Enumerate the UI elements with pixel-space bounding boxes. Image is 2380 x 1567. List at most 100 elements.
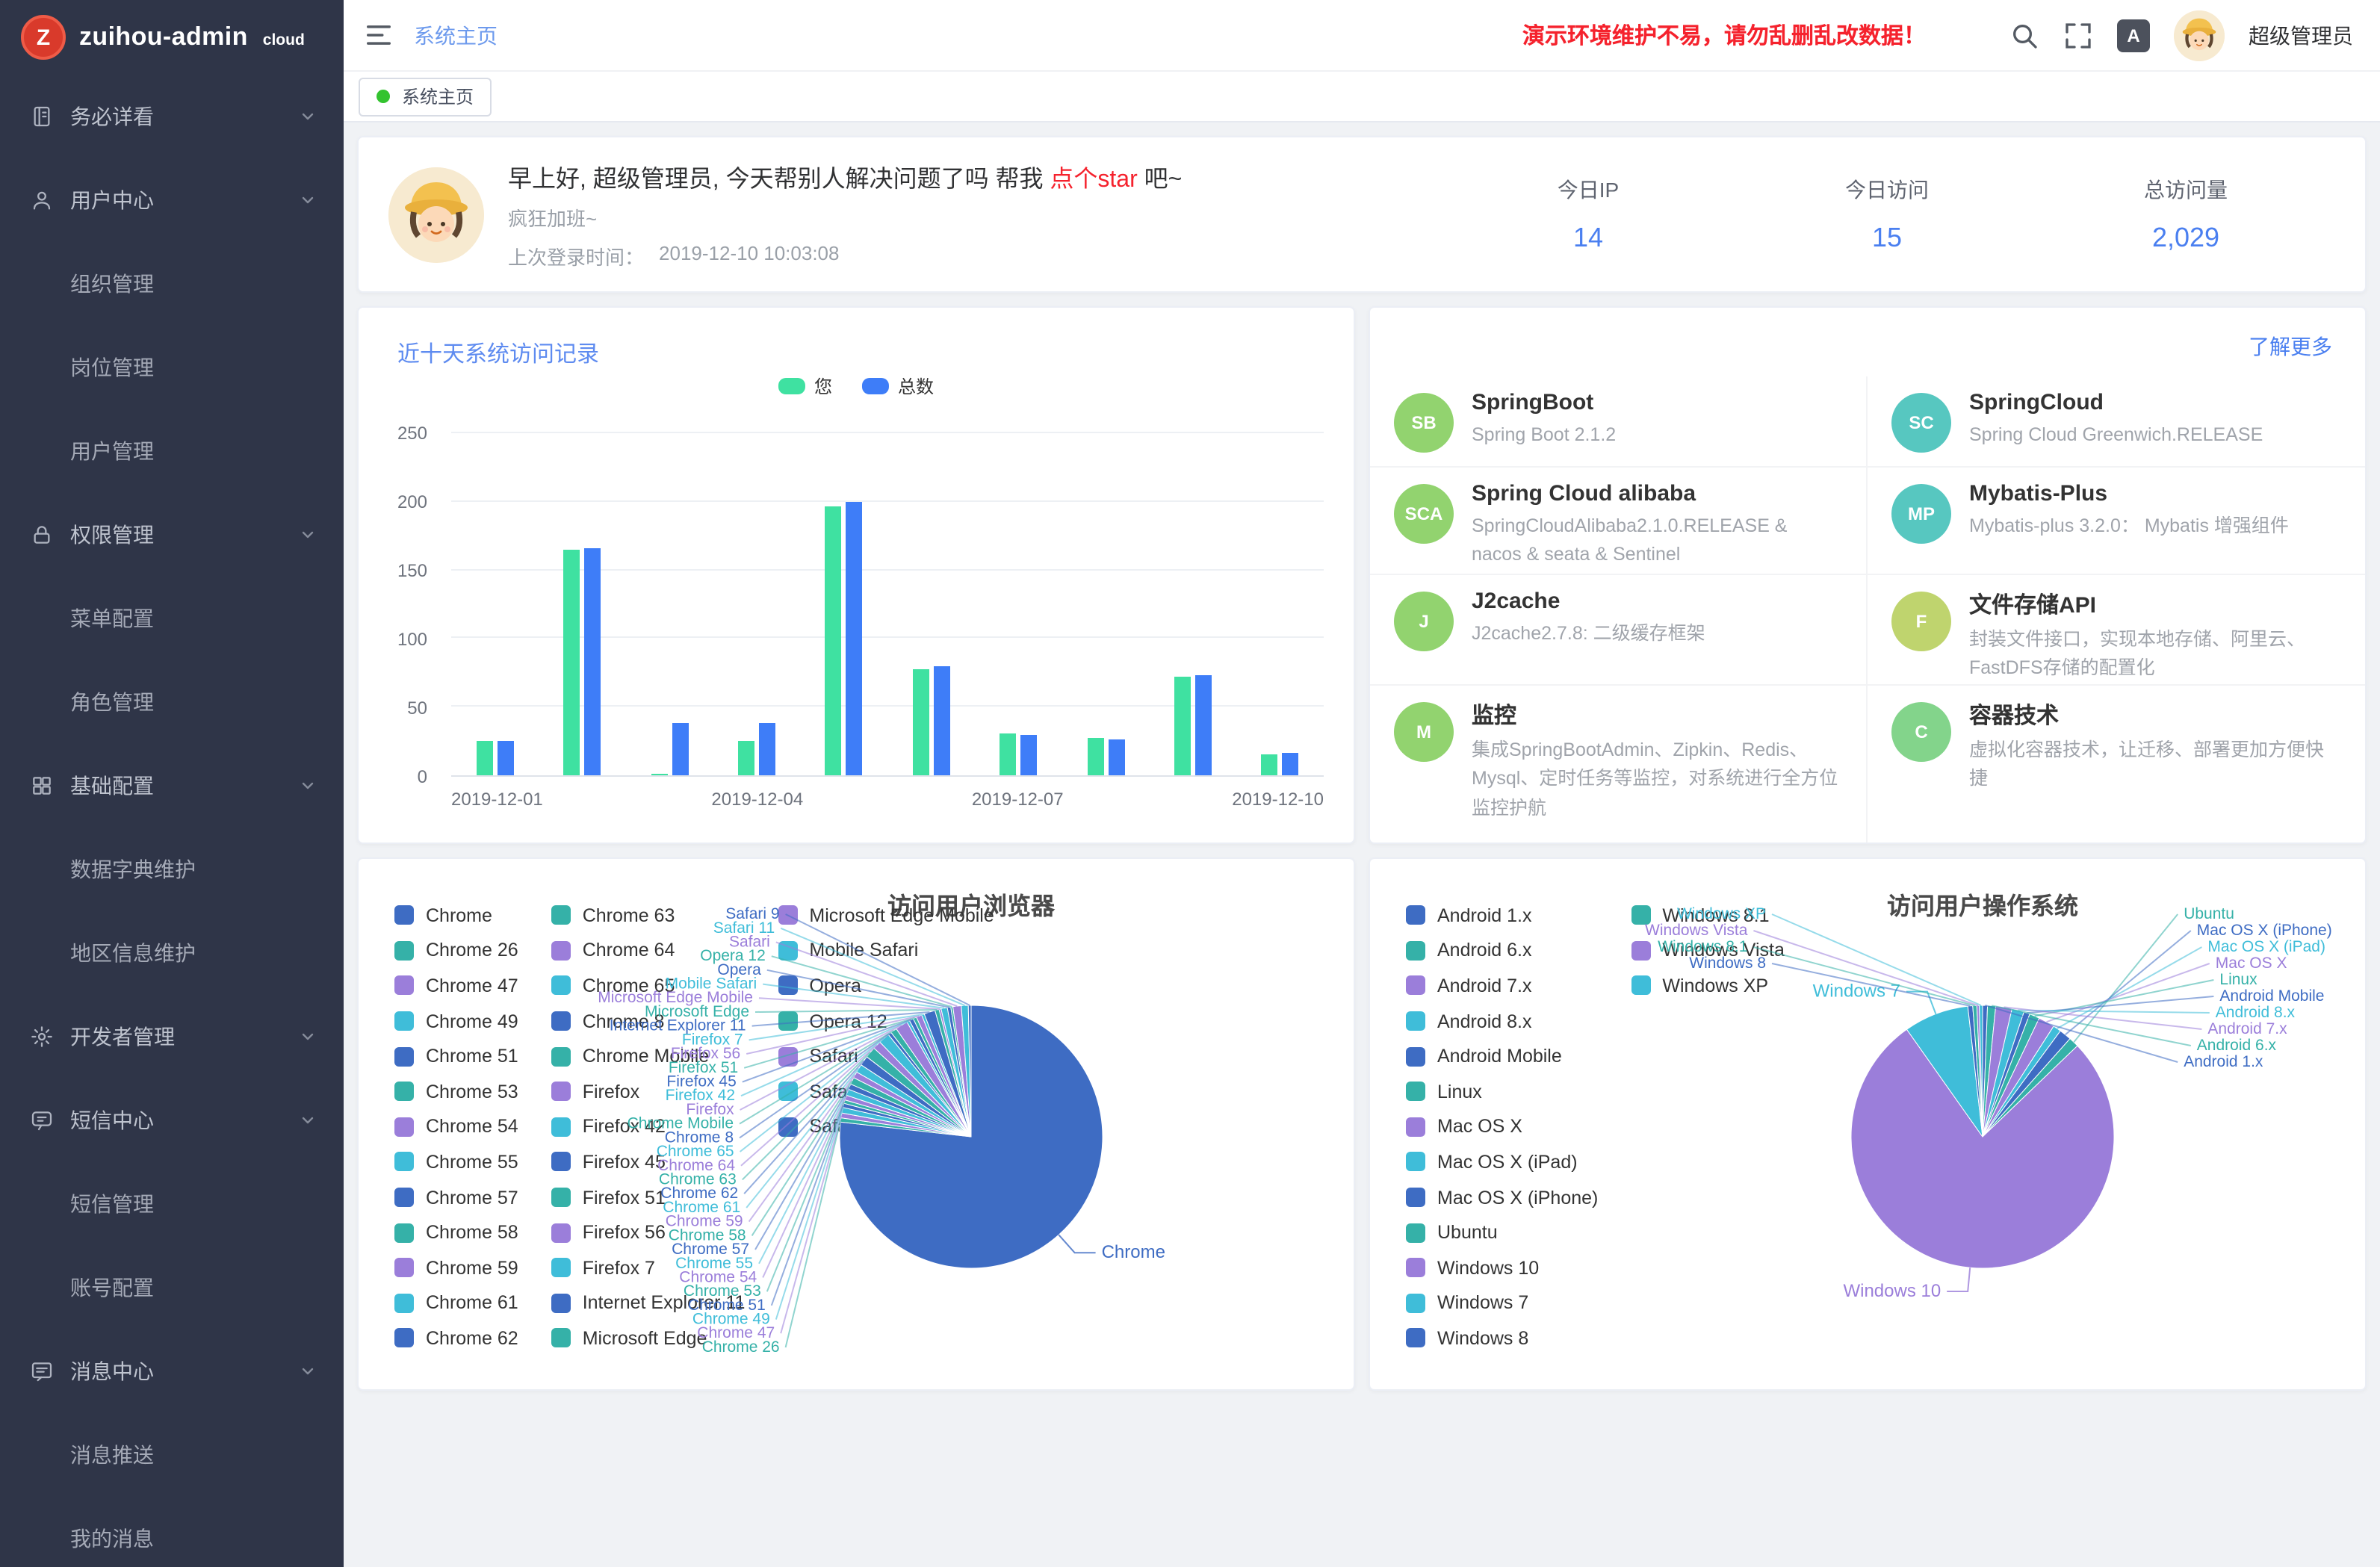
pie-slice[interactable]: [1983, 1014, 2039, 1137]
bar[interactable]: [1108, 739, 1124, 775]
bar[interactable]: [651, 774, 667, 775]
legend-item[interactable]: Windows 10: [1406, 1250, 1598, 1285]
bar[interactable]: [825, 506, 842, 775]
legend-item[interactable]: Mobile Safari: [778, 933, 994, 968]
menu-collapse-icon[interactable]: [365, 21, 393, 49]
bar[interactable]: [1000, 733, 1016, 775]
legend-item[interactable]: Android 8.x: [1406, 1004, 1598, 1039]
pie-slice[interactable]: [1980, 1005, 1983, 1137]
pie-slice[interactable]: [1983, 1018, 2054, 1137]
sidebar-item[interactable]: 用户中心: [0, 158, 344, 242]
logo[interactable]: Z zuihou-admin cloud: [0, 0, 344, 75]
bar[interactable]: [738, 741, 754, 775]
sidebar-item[interactable]: 权限管理: [0, 493, 344, 577]
legend-item[interactable]: Chrome 59: [394, 1250, 518, 1285]
stat-value[interactable]: 14: [1439, 223, 1738, 254]
pie-slice[interactable]: [1983, 1012, 2030, 1137]
legend-item[interactable]: Android 1.x: [1406, 898, 1598, 933]
sidebar-item[interactable]: 务必详看: [0, 75, 344, 158]
pie-slice[interactable]: [1983, 1031, 2070, 1137]
bar[interactable]: [476, 741, 492, 775]
bar[interactable]: [1262, 755, 1278, 775]
sidebar-subitem[interactable]: 消息推送: [0, 1413, 344, 1497]
bar[interactable]: [1020, 734, 1037, 775]
star-link[interactable]: 点个star: [1050, 167, 1137, 193]
bar[interactable]: [1174, 677, 1191, 775]
pie-slice[interactable]: [1973, 1005, 1983, 1137]
pie-slice[interactable]: [1968, 1006, 1983, 1138]
stat-value[interactable]: 15: [1738, 223, 2036, 254]
legend-item[interactable]: 总数: [862, 373, 934, 399]
legend-item[interactable]: Mac OS X (iPhone): [1406, 1180, 1598, 1215]
legend-item[interactable]: Chrome 65: [551, 968, 746, 1003]
tab-home[interactable]: 系统主页: [359, 77, 492, 116]
legend-item[interactable]: Windows 8: [1406, 1321, 1598, 1356]
legend-item[interactable]: Safari 11: [778, 1074, 994, 1109]
sidebar-item[interactable]: 短信中心: [0, 1079, 344, 1162]
sidebar-subitem[interactable]: 地区信息维护: [0, 911, 344, 995]
legend-item[interactable]: Chrome: [394, 898, 518, 933]
stat-value[interactable]: 2,029: [2036, 223, 2335, 254]
username[interactable]: 超级管理员: [2249, 20, 2353, 50]
legend-item[interactable]: Firefox 45: [551, 1144, 746, 1179]
sidebar-subitem[interactable]: 短信管理: [0, 1162, 344, 1246]
legend-item[interactable]: Android 6.x: [1406, 933, 1598, 968]
legend-item[interactable]: Ubuntu: [1406, 1215, 1598, 1250]
pie-slice[interactable]: [1983, 1039, 2077, 1137]
pie-slice[interactable]: [1851, 1029, 2114, 1268]
legend-item[interactable]: Chrome 57: [394, 1180, 518, 1215]
sidebar-subitem[interactable]: 菜单配置: [0, 577, 344, 660]
legend-item[interactable]: Chrome 61: [394, 1285, 518, 1321]
legend-item[interactable]: Safari: [778, 1039, 994, 1074]
legend-item[interactable]: Linux: [1406, 1074, 1598, 1109]
legend-item[interactable]: Firefox 51: [551, 1180, 746, 1215]
bar[interactable]: [933, 665, 949, 775]
legend-item[interactable]: Mac OS X: [1406, 1109, 1598, 1144]
pie-slice[interactable]: [1977, 1005, 1983, 1137]
sidebar-item[interactable]: 消息中心: [0, 1329, 344, 1413]
legend-item[interactable]: 您: [778, 373, 832, 399]
learn-more-link[interactable]: 了解更多: [2249, 332, 2332, 362]
legend-item[interactable]: Chrome 26: [394, 933, 518, 968]
breadcrumb[interactable]: 系统主页: [414, 20, 498, 50]
bar[interactable]: [584, 548, 601, 775]
pie-slice[interactable]: [1983, 1026, 2060, 1137]
legend-item[interactable]: Chrome 53: [394, 1074, 518, 1109]
bar[interactable]: [497, 741, 513, 775]
legend-item[interactable]: Chrome 49: [394, 1004, 518, 1039]
pie-slice[interactable]: [1983, 1008, 2024, 1137]
legend-item[interactable]: Chrome 8: [551, 1004, 746, 1039]
bar[interactable]: [1283, 754, 1299, 775]
legend-item[interactable]: Android Mobile: [1406, 1039, 1598, 1074]
sidebar-item[interactable]: 基础配置: [0, 744, 344, 828]
legend-item[interactable]: Microsoft Edge Mobile: [778, 898, 994, 933]
legend-item[interactable]: Chrome 58: [394, 1215, 518, 1250]
bar[interactable]: [846, 502, 863, 775]
bar[interactable]: [1195, 675, 1212, 775]
legend-item[interactable]: Firefox 56: [551, 1215, 746, 1250]
sidebar-subitem[interactable]: 岗位管理: [0, 326, 344, 409]
legend-item[interactable]: Mac OS X (iPad): [1406, 1144, 1598, 1179]
legend-item[interactable]: Windows XP: [1631, 968, 1785, 1003]
sidebar-subitem[interactable]: 数据字典维护: [0, 828, 344, 911]
pie-slice[interactable]: [1983, 1005, 1996, 1137]
sidebar-subitem[interactable]: 用户管理: [0, 409, 344, 493]
bar[interactable]: [759, 723, 775, 775]
pie-slice[interactable]: [1983, 1006, 2012, 1137]
sidebar-subitem[interactable]: 账号配置: [0, 1246, 344, 1329]
pie-slice[interactable]: [1983, 1005, 1988, 1137]
sidebar-subitem[interactable]: 角色管理: [0, 660, 344, 744]
pie-slice[interactable]: [1906, 1006, 1983, 1137]
bar[interactable]: [912, 668, 929, 775]
search-icon[interactable]: [2009, 20, 2039, 50]
bar[interactable]: [563, 550, 580, 775]
legend-item[interactable]: Chrome 51: [394, 1039, 518, 1074]
legend-item[interactable]: Safari 9: [778, 1109, 994, 1144]
sidebar-subitem[interactable]: 我的消息: [0, 1497, 344, 1567]
legend-item[interactable]: Opera: [778, 968, 994, 1003]
legend-item[interactable]: Chrome 47: [394, 968, 518, 1003]
legend-item[interactable]: Android 7.x: [1406, 968, 1598, 1003]
legend-item[interactable]: Firefox: [551, 1074, 746, 1109]
legend-item[interactable]: Internet Explorer 11: [551, 1285, 746, 1321]
sidebar-item[interactable]: 开发者管理: [0, 995, 344, 1079]
